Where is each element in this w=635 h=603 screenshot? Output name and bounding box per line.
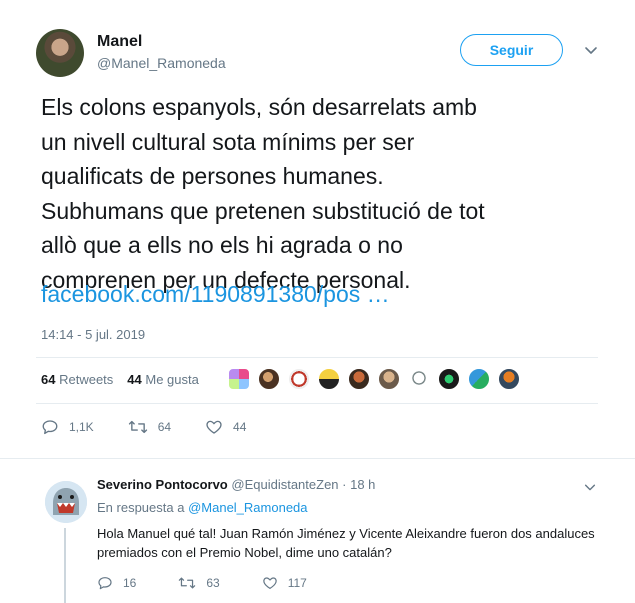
reply-actions: 16 63 117 — [97, 575, 349, 591]
reply-author-name[interactable]: Severino Pontocorvo — [97, 477, 228, 492]
author-handle[interactable]: @Manel_Ramoneda — [97, 55, 226, 71]
reply-icon — [42, 420, 58, 435]
liker-avatar[interactable] — [318, 368, 340, 390]
chevron-down-icon[interactable] — [583, 480, 597, 494]
tweet-link[interactable]: facebook.com/1190891380/pos … — [41, 281, 390, 308]
tweet-timestamp[interactable]: 14:14 - 5 jul. 2019 — [41, 327, 145, 342]
retweet-button[interactable]: 64 — [128, 418, 171, 436]
reply-retweet-count: 63 — [206, 576, 220, 590]
liker-avatar[interactable] — [438, 368, 460, 390]
liker-avatar[interactable] — [408, 368, 430, 390]
reply-reply-button[interactable]: 16 — [97, 575, 136, 591]
retweet-icon — [128, 420, 147, 434]
reply-context: En respuesta a @Manel_Ramoneda — [97, 500, 308, 515]
liker-avatar[interactable] — [348, 368, 370, 390]
reply-button[interactable]: 1,1K — [41, 418, 94, 436]
like-icon — [206, 420, 222, 434]
divider — [36, 403, 598, 404]
liker-avatar[interactable] — [258, 368, 280, 390]
divider — [36, 357, 598, 358]
reply-time[interactable]: · 18 h — [342, 477, 375, 492]
liker-avatar[interactable] — [498, 368, 520, 390]
liker-avatar[interactable] — [288, 368, 310, 390]
reply-reply-count: 16 — [123, 576, 137, 590]
tweet-text: Els colons espanyols, són desarrelats am… — [41, 94, 485, 293]
reply-author[interactable]: Severino Pontocorvo @EquidistanteZen · 1… — [97, 477, 375, 492]
reply-retweet-button[interactable]: 63 — [178, 575, 220, 591]
liker-avatar[interactable] — [468, 368, 490, 390]
retweet-icon — [179, 577, 196, 589]
divider — [0, 458, 635, 459]
reply-text: Hola Manuel qué tal! Juan Ramón Jiménez … — [97, 526, 595, 560]
follow-button[interactable]: Seguir — [460, 34, 563, 66]
author-avatar[interactable] — [36, 29, 84, 77]
reply-like-count: 117 — [287, 576, 307, 590]
retweets-stat[interactable]: 64 Retweets — [41, 372, 113, 387]
author-name[interactable]: Manel — [97, 33, 142, 51]
reply-like-button[interactable]: 117 — [262, 575, 307, 591]
like-button[interactable]: 44 — [205, 418, 246, 436]
liker-avatar[interactable] — [228, 368, 250, 390]
reply-count: 1,1K — [69, 420, 94, 434]
shark-avatar-icon — [45, 481, 87, 523]
chevron-down-icon[interactable] — [583, 42, 599, 58]
thread-line — [64, 528, 66, 603]
tweet-stats: 64 Retweets 44 Me gusta — [41, 372, 199, 387]
reply-icon — [98, 577, 112, 590]
like-icon — [262, 577, 277, 589]
reply-author-handle[interactable]: @EquidistanteZen — [231, 477, 338, 492]
retweet-count: 64 — [157, 420, 172, 434]
reply-to-handle[interactable]: @Manel_Ramoneda — [188, 500, 307, 515]
tweet-actions: 1,1K 64 44 — [41, 418, 280, 436]
like-count: 44 — [233, 420, 247, 434]
likes-stat[interactable]: 44 Me gusta — [127, 372, 199, 387]
liker-avatar[interactable] — [378, 368, 400, 390]
reply-author-avatar[interactable] — [45, 481, 87, 523]
liker-avatars — [228, 368, 528, 390]
